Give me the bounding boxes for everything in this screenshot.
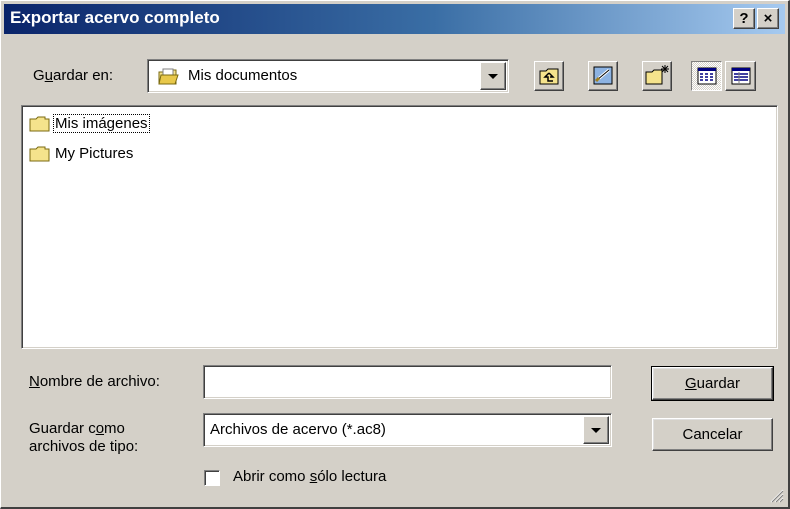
folder-icon: [29, 146, 50, 162]
filetype-label: Guardar como archivos de tipo:: [29, 420, 139, 455]
list-view-icon: [697, 67, 717, 85]
save-in-label: Guardar en:: [33, 67, 114, 84]
save-dialog: Exportar acervo completo ? × Guardar en:…: [0, 0, 790, 509]
help-button[interactable]: ?: [733, 8, 755, 29]
window-title: Exportar acervo completo: [10, 8, 220, 27]
my-documents-folder-icon: [158, 68, 179, 85]
details-view-button[interactable]: [725, 61, 756, 91]
filename-input[interactable]: [203, 365, 612, 399]
list-view-button[interactable]: [691, 61, 722, 91]
readonly-label[interactable]: Abrir como sólo lectura: [233, 468, 386, 485]
up-one-level-button[interactable]: [534, 61, 564, 91]
readonly-checkbox[interactable]: [204, 470, 220, 486]
filetype-value: Archivos de acervo (*.ac8): [210, 421, 386, 438]
close-button[interactable]: ×: [757, 8, 779, 29]
save-in-value: Mis documentos: [188, 67, 298, 84]
list-item-label: Mis imágenes: [53, 114, 150, 133]
details-view-icon: [731, 67, 751, 85]
file-list[interactable]: Mis imágenes My Pictures: [21, 105, 778, 349]
up-one-level-icon: [539, 68, 559, 85]
save-in-dropdown[interactable]: Mis documentos: [147, 59, 509, 93]
filetype-dropdown[interactable]: Archivos de acervo (*.ac8): [203, 413, 612, 447]
resize-grip-icon[interactable]: [770, 489, 784, 503]
save-in-dropdown-arrow-icon[interactable]: [480, 62, 506, 90]
save-button[interactable]: Guardar: [651, 366, 774, 401]
title-bar[interactable]: Exportar acervo completo ? ×: [4, 4, 785, 34]
folder-icon: [29, 116, 50, 132]
cancel-button[interactable]: Cancelar: [652, 418, 773, 451]
new-folder-button[interactable]: [642, 61, 672, 91]
list-item-label: My Pictures: [55, 145, 134, 162]
desktop-icon: [593, 66, 613, 85]
new-folder-icon: [645, 65, 669, 85]
desktop-button[interactable]: [588, 61, 618, 91]
filetype-dropdown-arrow-icon[interactable]: [583, 416, 609, 444]
filename-label: Nombre de archivo:: [29, 373, 160, 390]
